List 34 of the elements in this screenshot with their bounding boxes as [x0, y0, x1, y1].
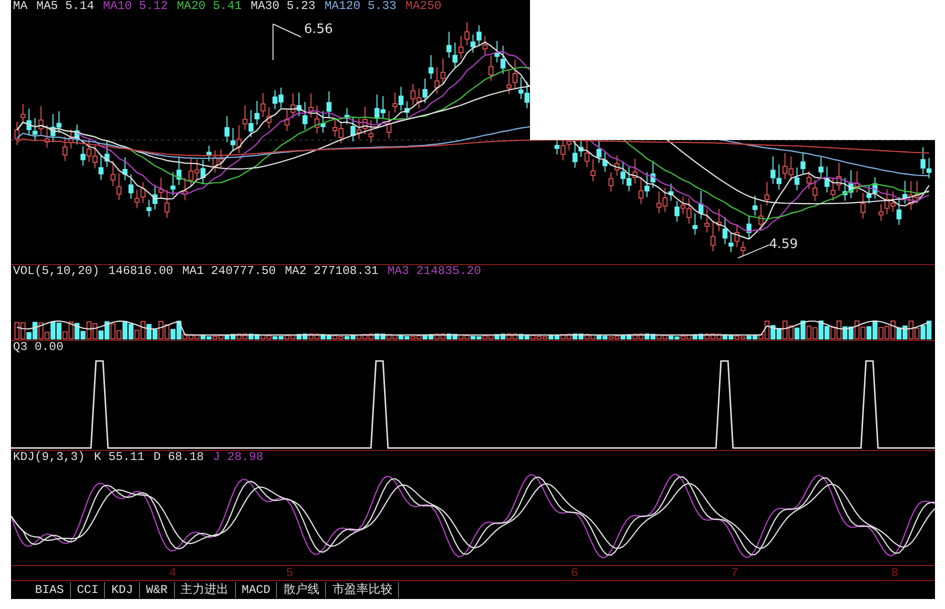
indicator-tab[interactable]: 散户线: [277, 582, 326, 598]
legend-label: MA3 214835.20: [387, 265, 482, 278]
legend-label: MA120 5.33: [324, 0, 396, 13]
legend-label: MA: [13, 0, 28, 13]
legend-label: MA5 5.14: [36, 0, 94, 13]
indicator-tab[interactable]: CCI: [70, 582, 106, 598]
axis-label: 5: [286, 566, 294, 581]
legend-label: MA20 5.41: [176, 0, 242, 13]
leader-line: [272, 24, 302, 60]
high-price-label: 6.56: [304, 23, 333, 37]
legend-label: Q3 0.00: [13, 341, 64, 354]
legend-label: MA1 240777.50: [182, 265, 276, 278]
legend-label: MA10 5.12: [103, 0, 168, 13]
legend-label: 146816.00: [108, 265, 174, 278]
legend-label: MA2 277108.31: [284, 265, 378, 278]
axis-label: 6: [571, 566, 578, 581]
legend-label: D 68.18: [153, 451, 204, 464]
indicator-tab[interactable]: BIAS: [29, 582, 71, 598]
indicator-tab[interactable]: 主力进出: [174, 582, 236, 598]
low-price-label: 4.59: [769, 238, 798, 252]
legend-label: J 28.98: [212, 451, 264, 464]
leader-line: [738, 244, 770, 258]
legend-label: MA250: [405, 0, 442, 13]
indicator-tab[interactable]: W&R: [140, 582, 175, 598]
legend-label: MA30 5.23: [250, 0, 316, 13]
axis-label: 8: [891, 566, 898, 581]
indicator-tab[interactable]: 市盈率比较: [326, 582, 400, 598]
legend-label: K 55.11: [94, 451, 144, 464]
indicator-tab[interactable]: KDJ: [105, 582, 140, 598]
legend-label: VOL(5,10,20): [13, 265, 100, 278]
legend-label: KDJ(9,3,3): [13, 451, 86, 464]
axis-label: 4: [169, 566, 176, 581]
axis-label: 7: [731, 566, 738, 581]
indicator-tab[interactable]: MACD: [236, 582, 278, 598]
